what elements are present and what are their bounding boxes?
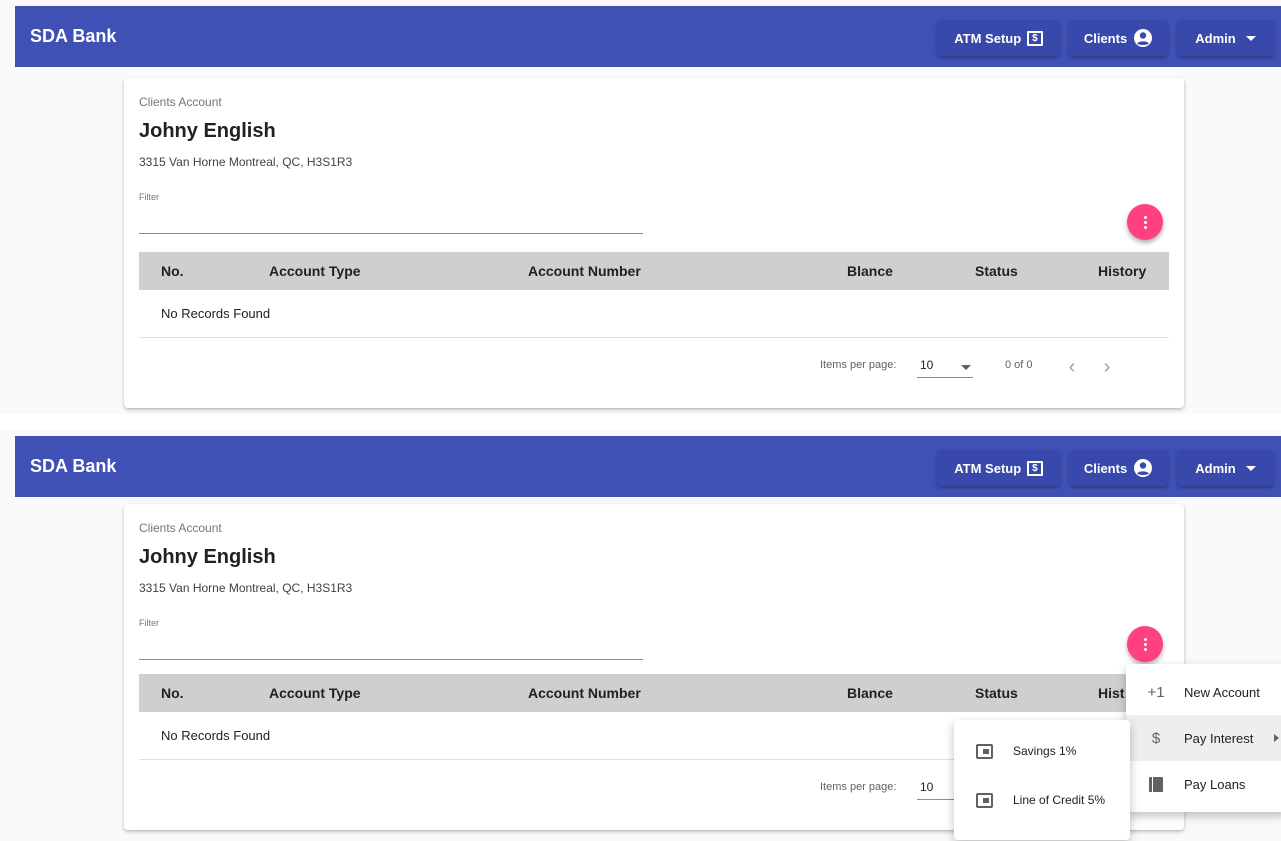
arrow-drop-down-icon xyxy=(1245,465,1256,471)
filter-label: Filter xyxy=(139,192,159,202)
column-header-status[interactable]: Status xyxy=(975,685,1018,701)
atm-setup-label: ATM Setup xyxy=(954,30,1022,46)
filter-label: Filter xyxy=(139,618,159,628)
page-range-label: 0 of 0 xyxy=(1005,359,1033,371)
previous-page-button[interactable]: ‹ xyxy=(1057,352,1087,382)
admin-label: Admin xyxy=(1195,460,1236,476)
wallet-icon xyxy=(976,792,993,808)
clients-label: Clients xyxy=(1083,460,1128,476)
admin-button[interactable]: Admin xyxy=(1177,20,1274,56)
pay-interest-submenu: Savings 1% Line of Credit 5% xyxy=(954,720,1130,840)
brand-title: SDA Bank xyxy=(30,26,117,46)
breadcrumb: Clients Account xyxy=(139,521,222,535)
dollar-box-icon: $ xyxy=(1027,30,1043,46)
book-icon xyxy=(1149,776,1163,792)
column-header-balance[interactable]: Blance xyxy=(847,263,893,279)
column-header-account-number[interactable]: Account Number xyxy=(528,685,641,701)
atm-setup-button[interactable]: ATM Setup $ xyxy=(937,450,1060,486)
breadcrumb: Clients Account xyxy=(139,95,222,109)
brand-title: SDA Bank xyxy=(30,456,117,476)
client-name: Johny English xyxy=(139,120,276,142)
accounts-table-header: No. Account Type Account Number Blance S… xyxy=(139,674,1169,712)
screenshot-panel-2: SDA Bank ATM Setup $ Clients Admin Clien… xyxy=(0,430,1281,841)
column-header-no[interactable]: No. xyxy=(161,685,184,701)
dollar-icon: $ xyxy=(1151,729,1161,747)
filter-input[interactable] xyxy=(139,204,643,234)
empty-table-message: No Records Found xyxy=(161,306,271,321)
select-underline xyxy=(917,377,973,378)
atm-setup-label: ATM Setup xyxy=(954,460,1022,476)
menu-item-label: Pay Loans xyxy=(1184,776,1246,792)
column-header-account-number[interactable]: Account Number xyxy=(528,263,641,279)
column-header-history[interactable]: Hist xyxy=(1098,685,1124,701)
accounts-table-header: No. Account Type Account Number Blance S… xyxy=(139,252,1169,290)
column-header-status[interactable]: Status xyxy=(975,263,1018,279)
client-address: 3315 Van Horne Montreal, QC, H3S1R3 xyxy=(139,155,353,169)
column-header-account-type[interactable]: Account Type xyxy=(269,263,361,279)
table-paginator: Items per page: 10 0 of 0 ‹ › xyxy=(124,356,1184,378)
submenu-item-label: Savings 1% xyxy=(1013,744,1077,758)
submenu-arrow-icon xyxy=(1274,734,1279,742)
empty-table-message: No Records Found xyxy=(161,728,271,743)
column-header-account-type[interactable]: Account Type xyxy=(269,685,361,701)
top-toolbar: SDA Bank ATM Setup $ Clients Admin xyxy=(15,6,1281,67)
items-per-page-label: Items per page: xyxy=(820,781,897,793)
filter-input[interactable] xyxy=(139,630,643,660)
items-per-page-value: 10 xyxy=(920,358,934,372)
menu-item-pay-interest[interactable]: $ Pay Interest xyxy=(1126,715,1281,761)
chevron-down-icon xyxy=(961,365,971,370)
admin-label: Admin xyxy=(1195,30,1236,46)
atm-setup-button[interactable]: ATM Setup $ xyxy=(937,20,1060,56)
client-account-card: Clients Account Johny English 3315 Van H… xyxy=(124,78,1184,408)
items-per-page-value: 10 xyxy=(920,780,934,794)
clients-button[interactable]: Clients xyxy=(1069,20,1168,56)
client-name: Johny English xyxy=(139,546,276,568)
column-header-balance[interactable]: Blance xyxy=(847,685,893,701)
actions-menu: +1 New Account $ Pay Interest Pay Loans xyxy=(1126,664,1281,812)
submenu-item-line-of-credit[interactable]: Line of Credit 5% xyxy=(954,777,1130,823)
account-circle-icon xyxy=(1134,29,1153,47)
column-header-history[interactable]: History xyxy=(1098,263,1146,279)
chevron-left-icon: ‹ xyxy=(1068,355,1076,378)
menu-item-label: Pay Interest xyxy=(1184,730,1254,746)
top-toolbar: SDA Bank ATM Setup $ Clients Admin xyxy=(15,436,1281,497)
more-vert-icon xyxy=(1143,215,1147,229)
more-vert-icon xyxy=(1143,637,1147,651)
client-address: 3315 Van Horne Montreal, QC, H3S1R3 xyxy=(139,581,353,595)
actions-fab-button[interactable] xyxy=(1127,204,1163,240)
screenshot-panel-1: SDA Bank ATM Setup $ Clients Admin Clien… xyxy=(0,0,1281,414)
menu-item-new-account[interactable]: +1 New Account xyxy=(1126,669,1281,715)
items-per-page-label: Items per page: xyxy=(820,359,897,371)
wallet-icon xyxy=(976,743,993,759)
plus-one-icon: +1 xyxy=(1147,683,1165,701)
chevron-right-icon: › xyxy=(1103,355,1111,378)
next-page-button[interactable]: › xyxy=(1092,352,1122,382)
menu-item-label: New Account xyxy=(1184,684,1260,700)
account-circle-icon xyxy=(1134,459,1153,477)
row-divider xyxy=(139,337,1169,338)
column-header-no[interactable]: No. xyxy=(161,263,184,279)
clients-button[interactable]: Clients xyxy=(1069,450,1168,486)
clients-label: Clients xyxy=(1083,30,1128,46)
menu-item-pay-loans[interactable]: Pay Loans xyxy=(1126,761,1281,807)
submenu-item-label: Line of Credit 5% xyxy=(1013,793,1106,807)
actions-fab-button[interactable] xyxy=(1127,626,1163,662)
submenu-item-savings[interactable]: Savings 1% xyxy=(954,728,1130,774)
arrow-drop-down-icon xyxy=(1245,35,1256,41)
admin-button[interactable]: Admin xyxy=(1177,450,1274,486)
dollar-box-icon: $ xyxy=(1027,460,1043,476)
